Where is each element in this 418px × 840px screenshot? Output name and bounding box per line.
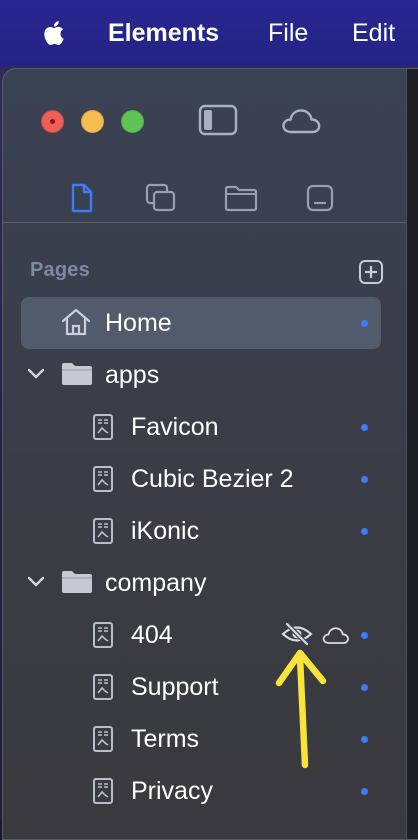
menu-file[interactable]: File — [268, 18, 308, 48]
page-file-icon — [93, 622, 113, 648]
chevron-down-icon[interactable] — [27, 367, 45, 381]
tree-row-label: apps — [105, 361, 160, 389]
layers-icon[interactable] — [145, 183, 177, 213]
tree-row-label: 404 — [131, 621, 173, 649]
page-icon[interactable] — [69, 183, 95, 213]
tree-row-label: company — [105, 569, 207, 597]
tree-row-label: Terms — [131, 725, 200, 753]
sidebar-toggle-icon[interactable] — [198, 104, 238, 136]
menu-app-name[interactable]: Elements — [108, 18, 219, 48]
publish-status-dot — [361, 788, 368, 795]
folder-icon — [62, 363, 92, 385]
menu-edit[interactable]: Edit — [352, 18, 395, 48]
tree-row-page[interactable]: Terms — [3, 713, 407, 765]
window-edge — [406, 69, 418, 839]
tree-row-home[interactable]: Home — [3, 297, 407, 349]
minimize-button[interactable] — [81, 110, 104, 133]
cloud-icon[interactable] — [321, 624, 351, 646]
tree-row-label: Privacy — [131, 777, 213, 805]
tree-row-page[interactable]: Cubic Bezier 2 — [3, 453, 407, 505]
folder-icon[interactable] — [224, 183, 258, 213]
publish-status-dot — [361, 684, 368, 691]
tree-row-label: iKonic — [131, 517, 200, 545]
tree-row-page[interactable]: iKonic — [3, 505, 407, 557]
tree-row-page[interactable]: Support — [3, 661, 407, 713]
tree-row-label: Support — [131, 673, 219, 701]
tree-row-label: Favicon — [131, 413, 219, 441]
apple-logo-icon[interactable] — [40, 18, 70, 48]
close-button[interactable] — [41, 110, 64, 133]
tabbar-divider — [3, 222, 407, 223]
add-page-icon[interactable] — [358, 259, 384, 285]
eye-slash-icon[interactable] — [281, 622, 313, 646]
cloud-icon[interactable] — [279, 104, 323, 136]
arrow-annotation — [275, 649, 327, 769]
component-icon[interactable] — [305, 183, 335, 213]
tree-row-label: Home — [105, 309, 172, 337]
pages-section-title: Pages — [30, 259, 90, 281]
publish-status-dot — [361, 424, 368, 431]
publish-status-dot — [361, 528, 368, 535]
publish-status-dot — [361, 320, 368, 327]
tree-row-page[interactable]: Favicon — [3, 401, 407, 453]
publish-status-dot — [361, 476, 368, 483]
page-file-icon — [93, 674, 113, 700]
menu-bar: Elements File Edit — [0, 0, 418, 66]
publish-status-dot — [361, 736, 368, 743]
tree-row-label: Cubic Bezier 2 — [131, 465, 294, 493]
tree-row-page[interactable]: 404 — [3, 609, 407, 661]
page-file-icon — [93, 726, 113, 752]
page-file-icon — [93, 518, 113, 544]
tree-row-folder-apps[interactable]: apps — [3, 349, 407, 401]
app-window: Pages Home apps Favicon Cubic Bezier 2 i… — [2, 68, 418, 840]
page-file-icon — [93, 778, 113, 804]
folder-icon — [62, 571, 92, 593]
publish-status-dot — [361, 632, 368, 639]
page-file-icon — [93, 414, 113, 440]
maximize-button[interactable] — [121, 110, 144, 133]
chevron-down-icon[interactable] — [27, 575, 45, 589]
tree-row-folder-company[interactable]: company — [3, 557, 407, 609]
home-icon — [61, 308, 91, 336]
tree-row-page[interactable]: Privacy — [3, 765, 407, 817]
page-file-icon — [93, 466, 113, 492]
